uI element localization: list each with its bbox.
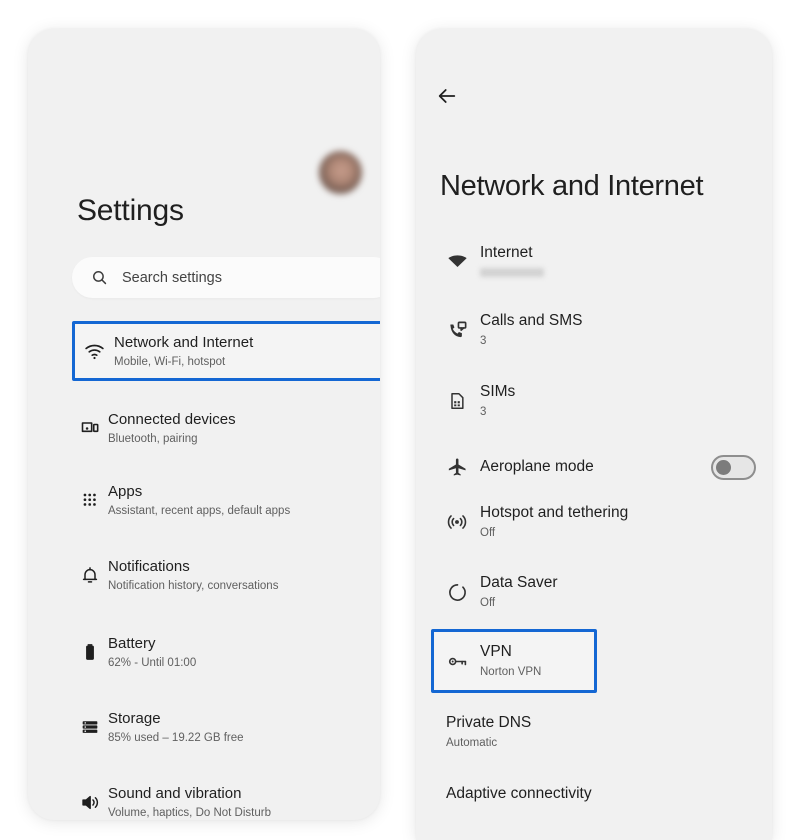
sidebar-item-subtitle: Mobile, Wi-Fi, hotspot [114, 355, 226, 368]
hotspot-icon [434, 511, 480, 533]
list-item-aeroplane-mode[interactable]: Aeroplane mode [434, 447, 756, 487]
list-item-title: VPN [480, 643, 512, 660]
list-item-title: Aeroplane mode [480, 458, 594, 475]
connected-devices-icon [72, 418, 108, 438]
key-icon [434, 651, 480, 672]
list-item-subtitle: 3 [480, 335, 487, 347]
sidebar-item-subtitle: Assistant, recent apps, default apps [108, 504, 291, 517]
storage-icon [72, 717, 108, 737]
sidebar-item-subtitle: Volume, haptics, Do Not Disturb [108, 806, 271, 819]
sidebar-item-subtitle: 62% - Until 01:00 [108, 656, 197, 669]
wifi-filled-icon [434, 250, 480, 271]
list-item-vpn[interactable]: VPN Norton VPN [431, 629, 597, 693]
sidebar-item-connected-devices[interactable]: Connected devices Bluetooth, pairing [72, 406, 380, 450]
sidebar-item-apps[interactable]: Apps Assistant, recent apps, default app… [72, 478, 380, 522]
redacted-subtitle [480, 268, 544, 277]
bell-icon [72, 565, 108, 585]
search-icon [91, 269, 108, 286]
sidebar-item-title: Network and Internet [114, 333, 254, 351]
list-item-subtitle: Norton VPN [480, 666, 542, 678]
sidebar-item-title: Battery [108, 634, 156, 652]
search-input[interactable]: Search settings [72, 257, 380, 298]
sidebar-item-subtitle: Notification history, conversations [108, 579, 279, 592]
list-item-title: Internet [480, 244, 533, 261]
list-item-data-saver[interactable]: Data Saver Off [434, 570, 756, 614]
list-item-title: Adaptive connectivity [446, 785, 592, 802]
sidebar-item-network-and-internet[interactable]: Network and Internet Mobile, Wi-Fi, hots… [72, 321, 380, 381]
list-item-title: Data Saver [480, 574, 558, 591]
sidebar-item-battery[interactable]: Battery 62% - Until 01:00 [72, 630, 380, 674]
aeroplane-mode-toggle[interactable] [711, 454, 756, 480]
search-placeholder: Search settings [122, 269, 222, 286]
list-item-subtitle: Automatic [446, 737, 498, 749]
apps-grid-icon [72, 491, 108, 510]
list-item-hotspot-and-tethering[interactable]: Hotspot and tethering Off [434, 500, 756, 544]
list-item-adaptive-connectivity[interactable]: Adaptive connectivity [440, 780, 762, 808]
sidebar-item-sound-and-vibration[interactable]: Sound and vibration Volume, haptics, Do … [72, 780, 380, 820]
sidebar-item-title: Sound and vibration [108, 784, 242, 802]
list-item-subtitle: Off [480, 527, 496, 539]
list-item-calls-and-sms[interactable]: Calls and SMS 3 [434, 308, 756, 352]
list-item-title: Private DNS [446, 714, 532, 731]
back-arrow-icon[interactable] [434, 83, 460, 109]
settings-panel: Settings Search settings Network and Int… [28, 29, 380, 820]
sidebar-item-subtitle: Bluetooth, pairing [108, 432, 198, 445]
sidebar-item-subtitle: 85% used – 19.22 GB free [108, 731, 244, 744]
sidebar-item-notifications[interactable]: Notifications Notification history, conv… [72, 553, 380, 597]
battery-icon [72, 642, 108, 662]
list-item-title: SIMs [480, 383, 516, 400]
sidebar-item-title: Connected devices [108, 410, 236, 428]
wifi-icon [75, 341, 114, 362]
page-title: Settings [77, 194, 184, 227]
screenshot-stage: Settings Search settings Network and Int… [0, 0, 800, 840]
sidebar-item-storage[interactable]: Storage 85% used – 19.22 GB free [72, 705, 380, 749]
airplane-icon [434, 457, 480, 478]
calls-sms-icon [434, 320, 480, 341]
sim-card-icon [434, 391, 480, 411]
list-item-subtitle: 3 [480, 406, 487, 418]
network-page-title: Network and Internet [440, 170, 704, 202]
list-item-subtitle: Off [480, 597, 496, 609]
avatar[interactable] [319, 151, 362, 194]
sidebar-item-title: Notifications [108, 557, 190, 575]
toggle-knob [716, 459, 731, 475]
list-item-internet[interactable]: Internet [434, 238, 756, 282]
sidebar-item-title: Apps [108, 482, 143, 500]
volume-icon [72, 792, 108, 813]
list-item-sims[interactable]: SIMs 3 [434, 379, 756, 423]
list-item-title: Hotspot and tethering [480, 504, 629, 521]
data-saver-icon [434, 582, 480, 603]
sidebar-item-title: Storage [108, 709, 161, 727]
list-item-title: Calls and SMS [480, 312, 583, 329]
list-item-private-dns[interactable]: Private DNS Automatic [440, 710, 762, 754]
